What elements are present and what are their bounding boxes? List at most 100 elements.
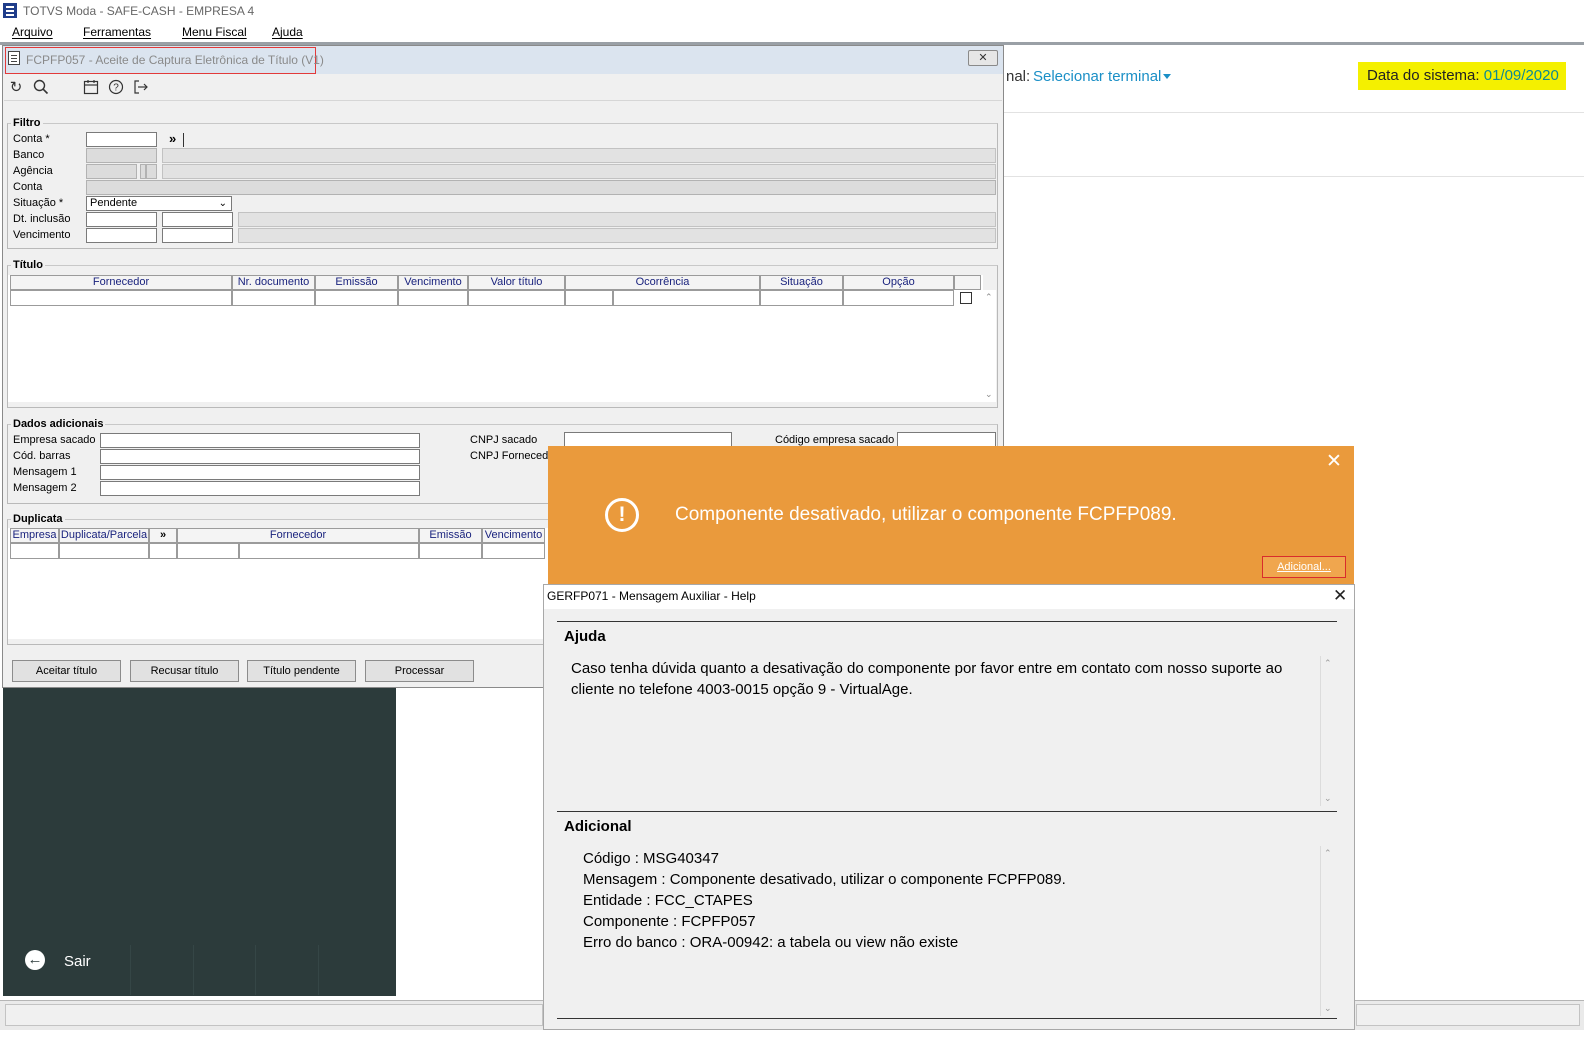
expand-button[interactable]: » — [169, 131, 176, 146]
grid-cell[interactable] — [149, 543, 177, 559]
column-header[interactable]: Opção — [843, 275, 954, 290]
exit-icon[interactable] — [132, 79, 150, 97]
grid-cell[interactable] — [843, 290, 954, 306]
mensagem1-label: Mensagem 1 — [13, 466, 77, 478]
duplicata-title: Duplicata — [11, 513, 65, 525]
situacao-label: Situação * — [13, 197, 64, 209]
column-header[interactable]: Fornecedor — [177, 528, 419, 543]
column-header[interactable]: Ocorrência — [565, 275, 760, 290]
grid-cell[interactable] — [482, 543, 545, 559]
form-close-button[interactable]: ✕ — [968, 50, 998, 66]
grid-cell[interactable] — [565, 290, 613, 306]
refresh-icon[interactable]: ↻ — [7, 79, 25, 97]
column-header[interactable]: Situação — [760, 275, 843, 290]
help-icon[interactable]: ? — [107, 79, 125, 97]
processar-button[interactable]: Processar — [365, 660, 474, 682]
scroll-down-icon[interactable]: ⌄ — [1324, 1003, 1332, 1014]
adicional-scrollbar[interactable]: ⌃ ⌄ — [1320, 846, 1334, 1016]
grid-cell[interactable] — [398, 290, 468, 306]
agencia-name-field — [162, 164, 996, 179]
grid-cell[interactable] — [760, 290, 843, 306]
adicional-details: Código : MSG40347 Mensagem : Componente … — [583, 848, 1313, 953]
close-icon[interactable]: ✕ — [1333, 585, 1347, 607]
conta-input[interactable] — [86, 132, 157, 147]
calendar-icon[interactable] — [82, 79, 100, 97]
dt-inclusao-label: Dt. inclusão — [13, 213, 71, 225]
grid-cell[interactable] — [177, 543, 239, 559]
toolbar-divider — [4, 100, 1002, 101]
dt-inclusao-from-input[interactable] — [86, 212, 157, 227]
mensagem2-field[interactable] — [100, 481, 420, 496]
grid-cell[interactable] — [10, 543, 59, 559]
situacao-select[interactable]: Pendente ⌄ — [86, 196, 232, 211]
vencimento-from-input[interactable] — [86, 228, 157, 243]
banco-name-field — [162, 148, 996, 163]
divider — [557, 1018, 1337, 1019]
chevron-down-icon[interactable]: ⌄ — [219, 197, 227, 210]
codigo-empresa-field[interactable] — [897, 432, 996, 447]
grid-cell[interactable] — [232, 290, 315, 306]
exit-button[interactable]: Sair — [64, 953, 91, 970]
grid-cell[interactable] — [468, 290, 565, 306]
scroll-down-icon[interactable]: ⌄ — [985, 389, 993, 400]
empresa-sacado-field[interactable] — [100, 433, 420, 448]
menu-fiscal[interactable]: Menu Fiscal — [182, 25, 247, 39]
grid-cell[interactable] — [613, 290, 760, 306]
column-header[interactable]: Nr. documento — [232, 275, 315, 290]
vencimento-label: Vencimento — [13, 229, 71, 241]
recusar-titulo-button[interactable]: Recusar título — [130, 660, 239, 682]
column-header[interactable]: Duplicata/Parcela — [59, 528, 149, 543]
close-icon[interactable]: ✕ — [1326, 452, 1342, 472]
banco-code-field — [86, 148, 157, 163]
grid-cell[interactable] — [59, 543, 149, 559]
vencimento-to-input[interactable] — [162, 228, 233, 243]
ajuda-scrollbar[interactable]: ⌃ ⌄ — [1320, 656, 1334, 806]
codigo-empresa-label: Código empresa sacado — [775, 434, 895, 446]
menu-arquivo[interactable]: Arquivo — [12, 25, 53, 39]
expand-button[interactable]: » — [149, 528, 177, 543]
agencia-label: Agência — [13, 165, 53, 177]
scroll-down-icon[interactable]: ⌄ — [1324, 793, 1332, 804]
status-bar-panel — [1356, 1004, 1580, 1026]
conta2-field — [86, 180, 996, 195]
dt-inclusao-extra-field — [238, 212, 996, 227]
menu-ajuda[interactable]: Ajuda — [272, 25, 303, 39]
caret-down-icon[interactable] — [1163, 74, 1171, 79]
select-terminal-link[interactable]: Selecionar terminal — [1033, 68, 1161, 85]
ajuda-heading: Ajuda — [564, 628, 606, 645]
menu-ferramentas[interactable]: Ferramentas — [83, 25, 151, 39]
scroll-up-icon[interactable]: ⌃ — [985, 292, 993, 303]
scroll-up-icon[interactable]: ⌃ — [1324, 848, 1332, 859]
empresa-sacado-label: Empresa sacado — [13, 434, 96, 446]
column-header[interactable]: Empresa — [10, 528, 59, 543]
scroll-up-icon[interactable]: ⌃ — [1324, 658, 1332, 669]
row-checkbox[interactable] — [960, 292, 972, 304]
titulo-pendente-button[interactable]: Título pendente — [247, 660, 356, 682]
detail-line: Erro do banco : ORA-00942: a tabela ou v… — [583, 934, 959, 951]
grid-cell[interactable] — [239, 543, 419, 559]
column-header[interactable]: Emissão — [315, 275, 398, 290]
document-icon — [8, 51, 20, 65]
column-header[interactable]: Vencimento — [482, 528, 545, 543]
svg-text:?: ? — [113, 83, 119, 94]
grid-cell[interactable] — [419, 543, 482, 559]
aceitar-titulo-button[interactable]: Aceitar título — [12, 660, 121, 682]
column-header[interactable]: Vencimento — [398, 275, 468, 290]
divider — [557, 811, 1337, 812]
grid-cell[interactable] — [315, 290, 398, 306]
dt-inclusao-to-input[interactable] — [162, 212, 233, 227]
divider — [130, 945, 131, 995]
cnpj-sacado-field[interactable] — [564, 432, 732, 447]
cod-barras-field[interactable] — [100, 449, 420, 464]
column-header[interactable]: Emissão — [419, 528, 482, 543]
back-arrow-icon[interactable]: ← — [25, 950, 45, 970]
divider — [1003, 112, 1584, 113]
additional-button[interactable]: Adicional... — [1262, 556, 1346, 578]
titulo-scrollbar[interactable]: ⌃ ⌄ — [982, 290, 996, 402]
mensagem1-field[interactable] — [100, 465, 420, 480]
search-icon[interactable] — [32, 79, 50, 97]
adicional-heading: Adicional — [564, 818, 632, 835]
column-header[interactable]: Fornecedor — [10, 275, 232, 290]
column-header[interactable]: Valor título — [468, 275, 565, 290]
grid-cell[interactable] — [10, 290, 232, 306]
